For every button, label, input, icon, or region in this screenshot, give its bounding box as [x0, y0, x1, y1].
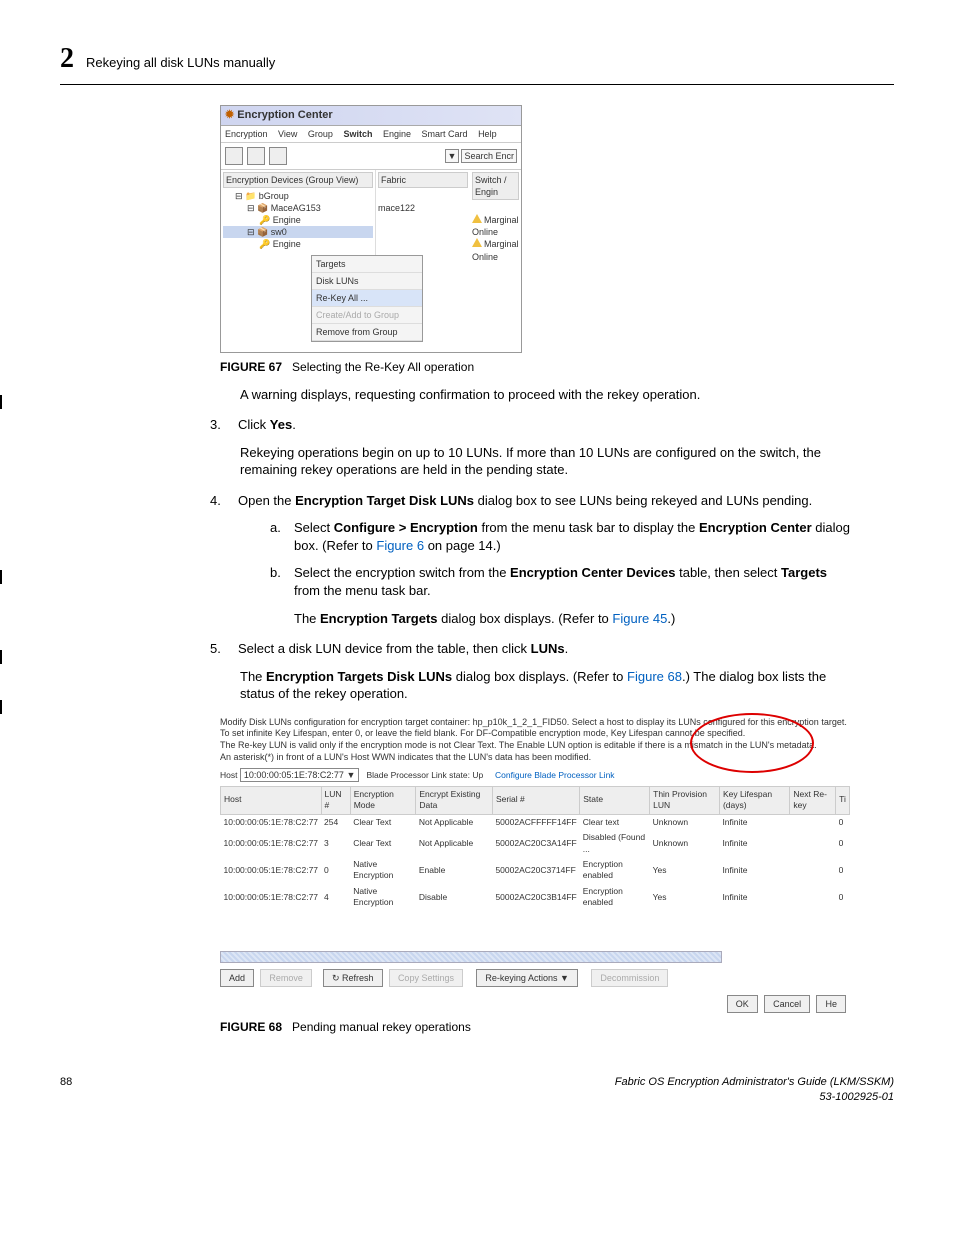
tree-node-sw0[interactable]: ⊟ 📦 sw0 [223, 226, 373, 238]
ctx-create-group: Create/Add to Group [312, 307, 422, 324]
refresh-button[interactable]: ↻ Refresh [323, 969, 383, 987]
page-footer: 88 Fabric OS Encryption Administrator's … [60, 1075, 894, 1105]
figure-67: ✹ Encryption Center Encryption View Grou… [220, 105, 894, 376]
window-title: ✹ Encryption Center [221, 106, 521, 126]
col-head-switch: Switch / Engin [472, 172, 519, 200]
menu-engine[interactable]: Engine [383, 129, 411, 139]
tree-node-mace[interactable]: ⊟ 📦 MaceAG153 [223, 202, 373, 214]
dialog-paragraph: The Encryption Targets Disk LUNs dialog … [240, 668, 854, 703]
status-marginal-1: Marginal [472, 214, 519, 226]
button-row-left: Add Remove ↻ Refresh Copy Settings Re-ke… [220, 969, 850, 987]
ctx-rekey-all[interactable]: Re-Key All ... [312, 290, 422, 307]
ok-button[interactable]: OK [727, 995, 758, 1013]
rekeying-actions-button[interactable]: Re-keying Actions ▼ [476, 969, 577, 987]
table-row: 10:00:00:05:1E:78:C2:774Native Encryptio… [221, 884, 850, 911]
refresh-icon[interactable] [269, 147, 287, 165]
remove-button: Remove [260, 969, 312, 987]
figure-68-caption: FIGURE 68 Pending manual rekey operation… [220, 1019, 894, 1035]
status-online-2: Online [472, 251, 519, 263]
tree-root[interactable]: ⊟ 📁 bGroup [223, 190, 373, 202]
ctx-targets[interactable]: Targets [312, 256, 422, 273]
step-4a: a. Select Configure > Encryption from th… [270, 519, 854, 554]
context-menu: Targets Disk LUNs Re-Key All ... Create/… [311, 255, 423, 343]
rekey-paragraph: Rekeying operations begin on up to 10 LU… [240, 444, 854, 479]
page-header: 2 Rekeying all disk LUNs manually [60, 40, 894, 85]
menu-group[interactable]: Group [308, 129, 333, 139]
search-field[interactable]: Search Encr [461, 149, 517, 163]
fabric-value: mace122 [378, 202, 468, 214]
menu-encryption[interactable]: Encryption [225, 129, 268, 139]
menu-help[interactable]: Help [478, 129, 497, 139]
chapter-number: 2 [60, 40, 74, 78]
targets-paragraph: The Encryption Targets dialog box displa… [294, 610, 854, 628]
ctx-remove-group[interactable]: Remove from Group [312, 324, 422, 341]
button-row-right: OK Cancel He [220, 995, 850, 1013]
toolbar-icon-2[interactable] [247, 147, 265, 165]
add-button[interactable]: Add [220, 969, 254, 987]
search-dropdown[interactable]: ▼ [445, 149, 460, 163]
link-figure-45[interactable]: Figure 45 [612, 611, 667, 626]
menu-switch[interactable]: Switch [343, 129, 372, 139]
fig68-desc: Modify Disk LUNs configuration for encry… [220, 717, 850, 764]
menubar: Encryption View Group Switch Engine Smar… [221, 126, 521, 143]
ctx-disk-luns[interactable]: Disk LUNs [312, 273, 422, 290]
luns-table: HostLUN #Encryption ModeEncrypt Existing… [220, 786, 850, 911]
step-4: 4. Open the Encryption Target Disk LUNs … [210, 492, 854, 510]
decommission-button: Decommission [591, 969, 668, 987]
menu-smartcard[interactable]: Smart Card [422, 129, 468, 139]
cancel-button[interactable]: Cancel [764, 995, 810, 1013]
configure-bpl-link[interactable]: Configure Blade Processor Link [495, 770, 615, 780]
page-number: 88 [60, 1075, 72, 1105]
toolbar-icon-1[interactable] [225, 147, 243, 165]
figure-68: Modify Disk LUNs configuration for encry… [220, 717, 894, 1036]
link-figure-68[interactable]: Figure 68 [627, 669, 682, 684]
table-row: 10:00:00:05:1E:78:C2:773Clear TextNot Ap… [221, 830, 850, 857]
toolbar: ▼ Search Encr [221, 143, 521, 170]
step-3: 3. Click Yes. [210, 416, 854, 434]
col-head-fabric: Fabric [378, 172, 468, 188]
host-dropdown[interactable]: 10:00:00:05:1E:78:C2:77 ▼ [240, 768, 360, 782]
table-row: 10:00:00:05:1E:78:C2:770Native Encryptio… [221, 857, 850, 884]
table-row: 10:00:00:05:1E:78:C2:77254Clear TextNot … [221, 814, 850, 830]
tree-engine-2[interactable]: 🔑 Engine [223, 238, 373, 250]
host-row: Host 10:00:00:05:1E:78:C2:77 ▼ Blade Pro… [220, 768, 850, 782]
menu-view[interactable]: View [278, 129, 297, 139]
step-4b: b. Select the encryption switch from the… [270, 564, 854, 599]
copy-settings-button: Copy Settings [389, 969, 463, 987]
warning-paragraph: A warning displays, requesting confirmat… [240, 386, 854, 404]
col-head-devices: Encryption Devices (Group View) [223, 172, 373, 188]
link-figure-6[interactable]: Figure 6 [376, 538, 424, 553]
figure-67-caption: FIGURE 67 Selecting the Re-Key All opera… [220, 359, 894, 375]
chapter-title: Rekeying all disk LUNs manually [86, 54, 275, 72]
scrollbar[interactable] [220, 951, 722, 963]
help-button[interactable]: He [816, 995, 846, 1013]
status-online-1: Online [472, 226, 519, 238]
tree-engine-1[interactable]: 🔑 Engine [223, 214, 373, 226]
step-5: 5. Select a disk LUN device from the tab… [210, 640, 854, 658]
status-marginal-2: Marginal [472, 238, 519, 250]
